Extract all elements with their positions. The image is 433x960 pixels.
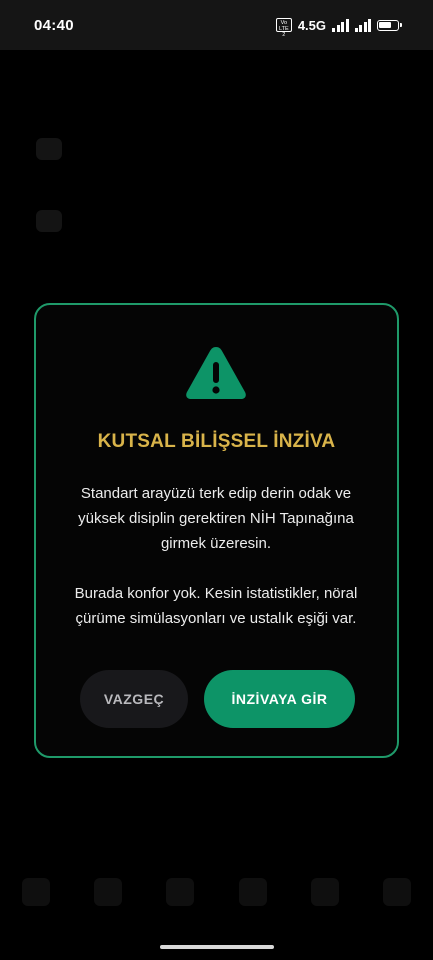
dialog-body: Standart arayüzü terk edip derin odak ve… [58,481,374,631]
status-bar: 04:40 Vo LTE 2 4.5G [0,0,433,50]
home-indicator[interactable] [160,945,274,949]
confirm-dialog: KUTSAL BİLİŞSEL İNZİVA Standart arayüzü … [34,303,399,758]
nav-item-2 [94,878,123,906]
dialog-paragraph-1: Standart arayüzü terk edip derin odak ve… [78,485,354,552]
status-icons: Vo LTE 2 4.5G [275,17,402,38]
dialog-title: KUTSAL BİLİŞSEL İNZİVA [97,431,336,452]
signal-icon-2 [354,18,371,32]
dialog-paragraph-2: Burada konfor yok. Kesin istatistikler, … [74,585,358,627]
battery-icon [377,19,402,31]
status-time: 04:40 [34,16,74,34]
background-item-icon [36,210,62,232]
background-list-item [36,210,80,232]
nav-item-1 [22,878,51,906]
nav-item-4 [238,878,267,906]
background-item-icon [36,138,62,160]
network-type: 4.5G [297,17,326,33]
nav-item-6 [382,878,411,906]
signal-icon [332,18,349,32]
nav-item-3 [166,878,195,906]
warning-triangle-icon [186,347,246,399]
bottom-navigation [0,862,433,922]
background-list-item [36,138,80,160]
volte-icon: Vo LTE 2 [275,18,292,38]
enter-retreat-button[interactable]: İNZİVAYA GİR [204,670,355,728]
cancel-button[interactable]: VAZGEÇ [80,670,188,728]
nav-item-5 [310,878,339,906]
